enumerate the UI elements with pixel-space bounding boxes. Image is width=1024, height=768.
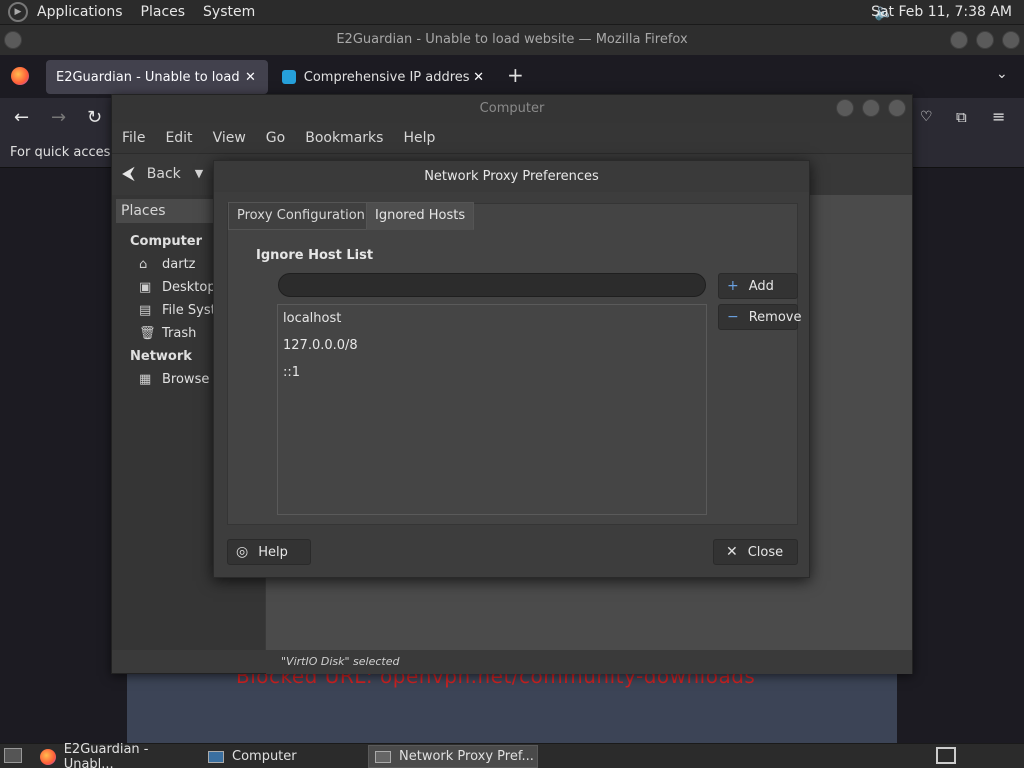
sidebar-item-label: File Syst (162, 303, 216, 318)
taskbar-item-label: Computer (232, 749, 297, 764)
computer-icon (208, 750, 224, 763)
firefox-window-title: E2Guardian - Unable to load website — Mo… (336, 32, 688, 47)
taskbar-item-label: Network Proxy Pref... (399, 749, 534, 764)
bottom-taskbar: E2Guardian - Unabl... Computer Network P… (0, 741, 1024, 768)
menu-go[interactable]: Go (256, 130, 295, 146)
network-proxy-dialog: Network Proxy Preferences Proxy Configur… (213, 160, 810, 578)
taskbar-item-firefox[interactable]: E2Guardian - Unabl... (34, 741, 200, 768)
reload-icon[interactable]: ↻ (87, 107, 102, 128)
menu-view[interactable]: View (203, 130, 256, 146)
workspace-switcher-icon[interactable] (936, 747, 956, 764)
minimize-button[interactable] (836, 99, 854, 117)
menu-help[interactable]: Help (393, 130, 445, 146)
add-host-button[interactable]: + Add (718, 273, 798, 299)
sidebar-item-label: Desktop (162, 280, 216, 295)
chevron-down-icon[interactable]: ▼ (195, 167, 203, 180)
sidebar-item-label: Trash (162, 326, 197, 341)
list-item[interactable]: ::1 (283, 365, 300, 380)
tab-label: E2Guardian - Unable to load we (56, 69, 241, 85)
taskbar-item-label: E2Guardian - Unabl... (63, 741, 149, 768)
menu-file[interactable]: File (112, 130, 155, 146)
maximize-button[interactable] (862, 99, 880, 117)
new-tab-icon[interactable]: + (507, 63, 524, 87)
panel-logo-icon[interactable]: ▶ (8, 2, 28, 22)
dialog-notebook: Proxy Configuration Ignored Hosts Ignore… (227, 202, 802, 525)
menu-system[interactable]: System (194, 4, 264, 20)
plus-icon: + (727, 278, 739, 294)
sidebar-item-label: dartz (162, 257, 196, 272)
pocket-icon[interactable]: ♡ (920, 109, 933, 125)
close-window-button[interactable] (1002, 31, 1020, 49)
ignore-host-input[interactable] (278, 273, 706, 297)
trash-icon: 🗑 (139, 326, 156, 341)
back-arrow-icon[interactable]: ← (14, 107, 29, 128)
forward-arrow-icon[interactable]: → (51, 107, 66, 128)
list-item[interactable]: 127.0.0.0/8 (283, 338, 358, 353)
show-desktop-icon[interactable] (4, 748, 22, 763)
menu-places[interactable]: Places (132, 4, 195, 20)
tab-e2guardian[interactable]: E2Guardian - Unable to load we ✕ (46, 60, 268, 94)
menu-bookmarks[interactable]: Bookmarks (295, 130, 393, 146)
back-button[interactable]: ⮜ Back ▼ (122, 163, 203, 184)
minimize-button[interactable] (950, 31, 968, 49)
button-label: Add (748, 278, 774, 294)
extensions-icon[interactable]: ⧉ (956, 108, 967, 126)
taskbar-item-computer[interactable]: Computer (202, 745, 366, 768)
button-label: Help (258, 544, 288, 560)
filesystem-icon: ▤ (139, 303, 152, 318)
hamburger-menu-icon[interactable]: ≡ (992, 107, 1005, 126)
maximize-button[interactable] (976, 31, 994, 49)
menu-applications[interactable]: Applications (28, 4, 132, 20)
close-button[interactable]: ✕ Close (713, 539, 798, 565)
close-icon: ✕ (726, 544, 738, 560)
computer-window-title: Computer (479, 101, 545, 116)
dialog-window-icon (375, 750, 391, 763)
button-label: Close (747, 544, 784, 560)
network-icon: ▦ (139, 372, 152, 387)
chevron-down-icon[interactable]: ⌄ (996, 66, 1008, 82)
firefox-tabbar: E2Guardian - Unable to load we ✕ Compreh… (0, 55, 1024, 98)
tab-label: Comprehensive IP address d (303, 69, 470, 85)
ignore-host-list-label: Ignore Host List (256, 248, 374, 263)
minus-icon: − (727, 309, 739, 325)
lifebuoy-icon: ◎ (236, 544, 249, 560)
close-tab-icon[interactable]: ✕ (473, 70, 484, 85)
taskbar-item-network-proxy[interactable]: Network Proxy Pref... (368, 745, 538, 768)
firefox-icon (40, 748, 56, 765)
window-menu-button[interactable] (4, 31, 22, 49)
sidebar-section-network: Network (130, 349, 192, 364)
bookmarks-hint: For quick access, (10, 145, 122, 160)
site-favicon-icon (282, 70, 296, 84)
list-item[interactable]: localhost (283, 311, 341, 326)
remove-host-button[interactable]: − Remove (718, 304, 802, 330)
status-bar: "VirtIO Disk" selected (266, 650, 912, 674)
back-label: Back (146, 165, 181, 182)
tab-proxy-configuration[interactable]: Proxy Configuration (228, 202, 374, 230)
ignored-hosts-list[interactable]: localhost 127.0.0.0/8 ::1 (277, 304, 707, 515)
back-arrow-icon: ⮜ (122, 163, 135, 184)
home-folder-icon: ⌂ (139, 257, 148, 272)
firefox-titlebar: E2Guardian - Unable to load website — Mo… (0, 25, 1024, 55)
computer-titlebar: Computer (112, 95, 912, 123)
firefox-icon[interactable] (11, 67, 29, 85)
button-label: Remove (748, 309, 802, 325)
panel-clock[interactable]: Sat Feb 11, 7:38 AM (871, 4, 1012, 20)
help-button[interactable]: ◎ Help (227, 539, 311, 565)
close-window-button[interactable] (888, 99, 906, 117)
menu-edit[interactable]: Edit (155, 130, 202, 146)
computer-menubar: File Edit View Go Bookmarks Help (112, 123, 912, 153)
desktop-folder-icon: ▣ (139, 280, 152, 295)
tab-ignored-hosts[interactable]: Ignored Hosts (366, 202, 475, 230)
close-tab-icon[interactable]: ✕ (245, 70, 256, 85)
dialog-title: Network Proxy Preferences (214, 161, 809, 192)
top-panel: ▶ Applications Places System 🔈 Sat Feb 1… (0, 0, 1024, 25)
tab-comprehensive-ip[interactable]: Comprehensive IP address d ✕ (272, 60, 494, 94)
sidebar-section-computer: Computer (130, 234, 203, 249)
